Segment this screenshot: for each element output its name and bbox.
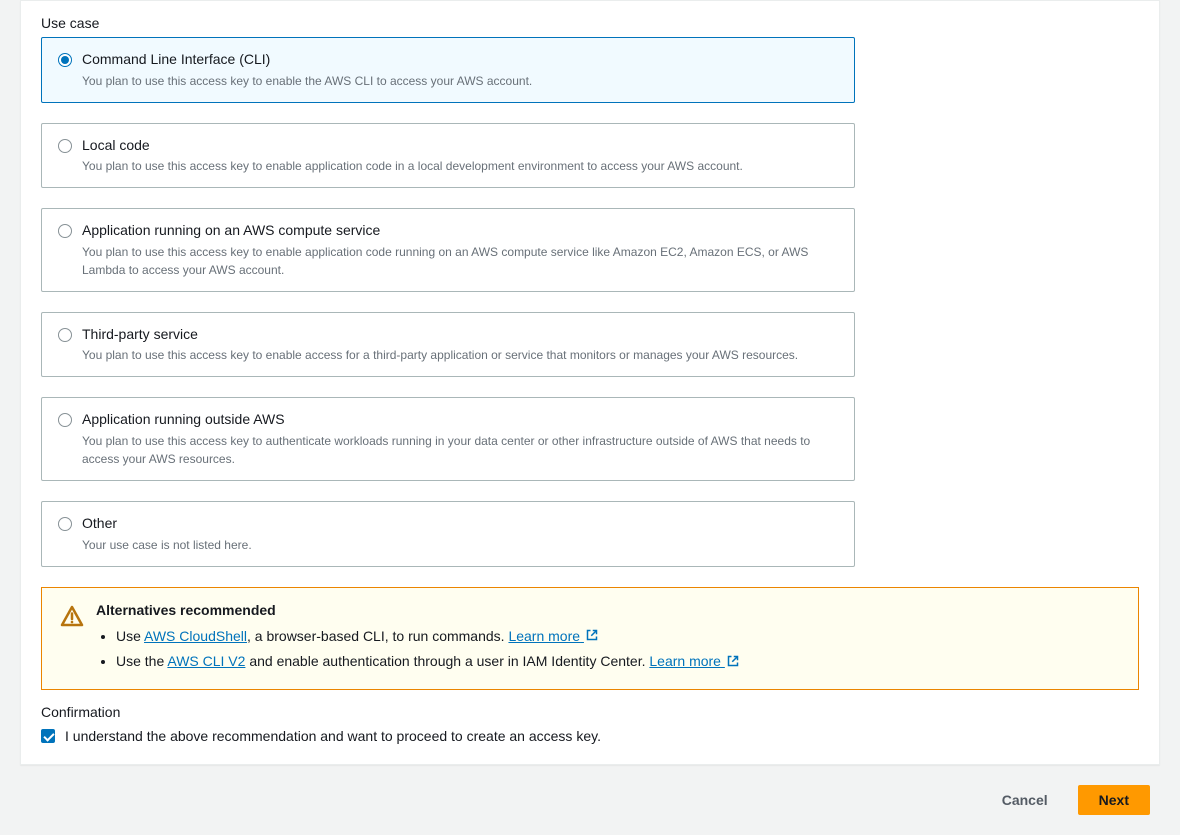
- radio-icon: [58, 53, 72, 67]
- confirmation-label: Confirmation: [41, 704, 1139, 720]
- radio-icon: [58, 328, 72, 342]
- option-title: Application running on an AWS compute se…: [82, 221, 838, 241]
- radio-icon: [58, 139, 72, 153]
- option-third-party[interactable]: Third-party service You plan to use this…: [41, 312, 855, 378]
- external-link-icon: [586, 624, 598, 649]
- alert-title: Alternatives recommended: [96, 602, 1120, 618]
- use-case-options: Command Line Interface (CLI) You plan to…: [41, 37, 855, 567]
- use-case-card: Use case Command Line Interface (CLI) Yo…: [20, 0, 1160, 765]
- confirmation-row: I understand the above recommendation an…: [41, 728, 1139, 744]
- cloudshell-link[interactable]: AWS CloudShell: [144, 628, 247, 644]
- alert-item: Use the AWS CLI V2 and enable authentica…: [116, 649, 1120, 675]
- confirmation-section: Confirmation I understand the above reco…: [41, 704, 1139, 744]
- option-outside-aws[interactable]: Application running outside AWS You plan…: [41, 397, 855, 481]
- alternatives-alert: Alternatives recommended Use AWS CloudSh…: [41, 587, 1139, 691]
- option-title: Application running outside AWS: [82, 410, 838, 430]
- radio-icon: [58, 413, 72, 427]
- learn-more-link[interactable]: Learn more: [649, 653, 738, 669]
- option-desc: Your use case is not listed here.: [82, 536, 838, 554]
- page-container: Use case Command Line Interface (CLI) Yo…: [0, 0, 1180, 835]
- option-desc: You plan to use this access key to enabl…: [82, 243, 838, 279]
- option-other[interactable]: Other Your use case is not listed here.: [41, 501, 855, 567]
- option-title: Third-party service: [82, 325, 838, 345]
- option-aws-compute[interactable]: Application running on an AWS compute se…: [41, 208, 855, 292]
- option-desc: You plan to use this access key to enabl…: [82, 157, 838, 175]
- option-title: Local code: [82, 136, 838, 156]
- warning-icon: [60, 604, 84, 631]
- alert-item: Use AWS CloudShell, a browser-based CLI,…: [116, 624, 1120, 650]
- alert-list: Use AWS CloudShell, a browser-based CLI,…: [96, 624, 1120, 676]
- confirmation-text: I understand the above recommendation an…: [65, 728, 601, 744]
- option-cli[interactable]: Command Line Interface (CLI) You plan to…: [41, 37, 855, 103]
- cli-v2-link[interactable]: AWS CLI V2: [167, 653, 245, 669]
- option-title: Command Line Interface (CLI): [82, 50, 838, 70]
- external-link-icon: [727, 650, 739, 675]
- learn-more-link[interactable]: Learn more: [508, 628, 597, 644]
- footer-buttons: Cancel Next: [0, 765, 1180, 815]
- option-desc: You plan to use this access key to enabl…: [82, 72, 838, 90]
- radio-icon: [58, 517, 72, 531]
- use-case-label: Use case: [41, 15, 1139, 31]
- option-desc: You plan to use this access key to authe…: [82, 432, 838, 468]
- option-desc: You plan to use this access key to enabl…: [82, 346, 838, 364]
- confirmation-checkbox[interactable]: [41, 729, 55, 743]
- option-local-code[interactable]: Local code You plan to use this access k…: [41, 123, 855, 189]
- option-title: Other: [82, 514, 838, 534]
- radio-icon: [58, 224, 72, 238]
